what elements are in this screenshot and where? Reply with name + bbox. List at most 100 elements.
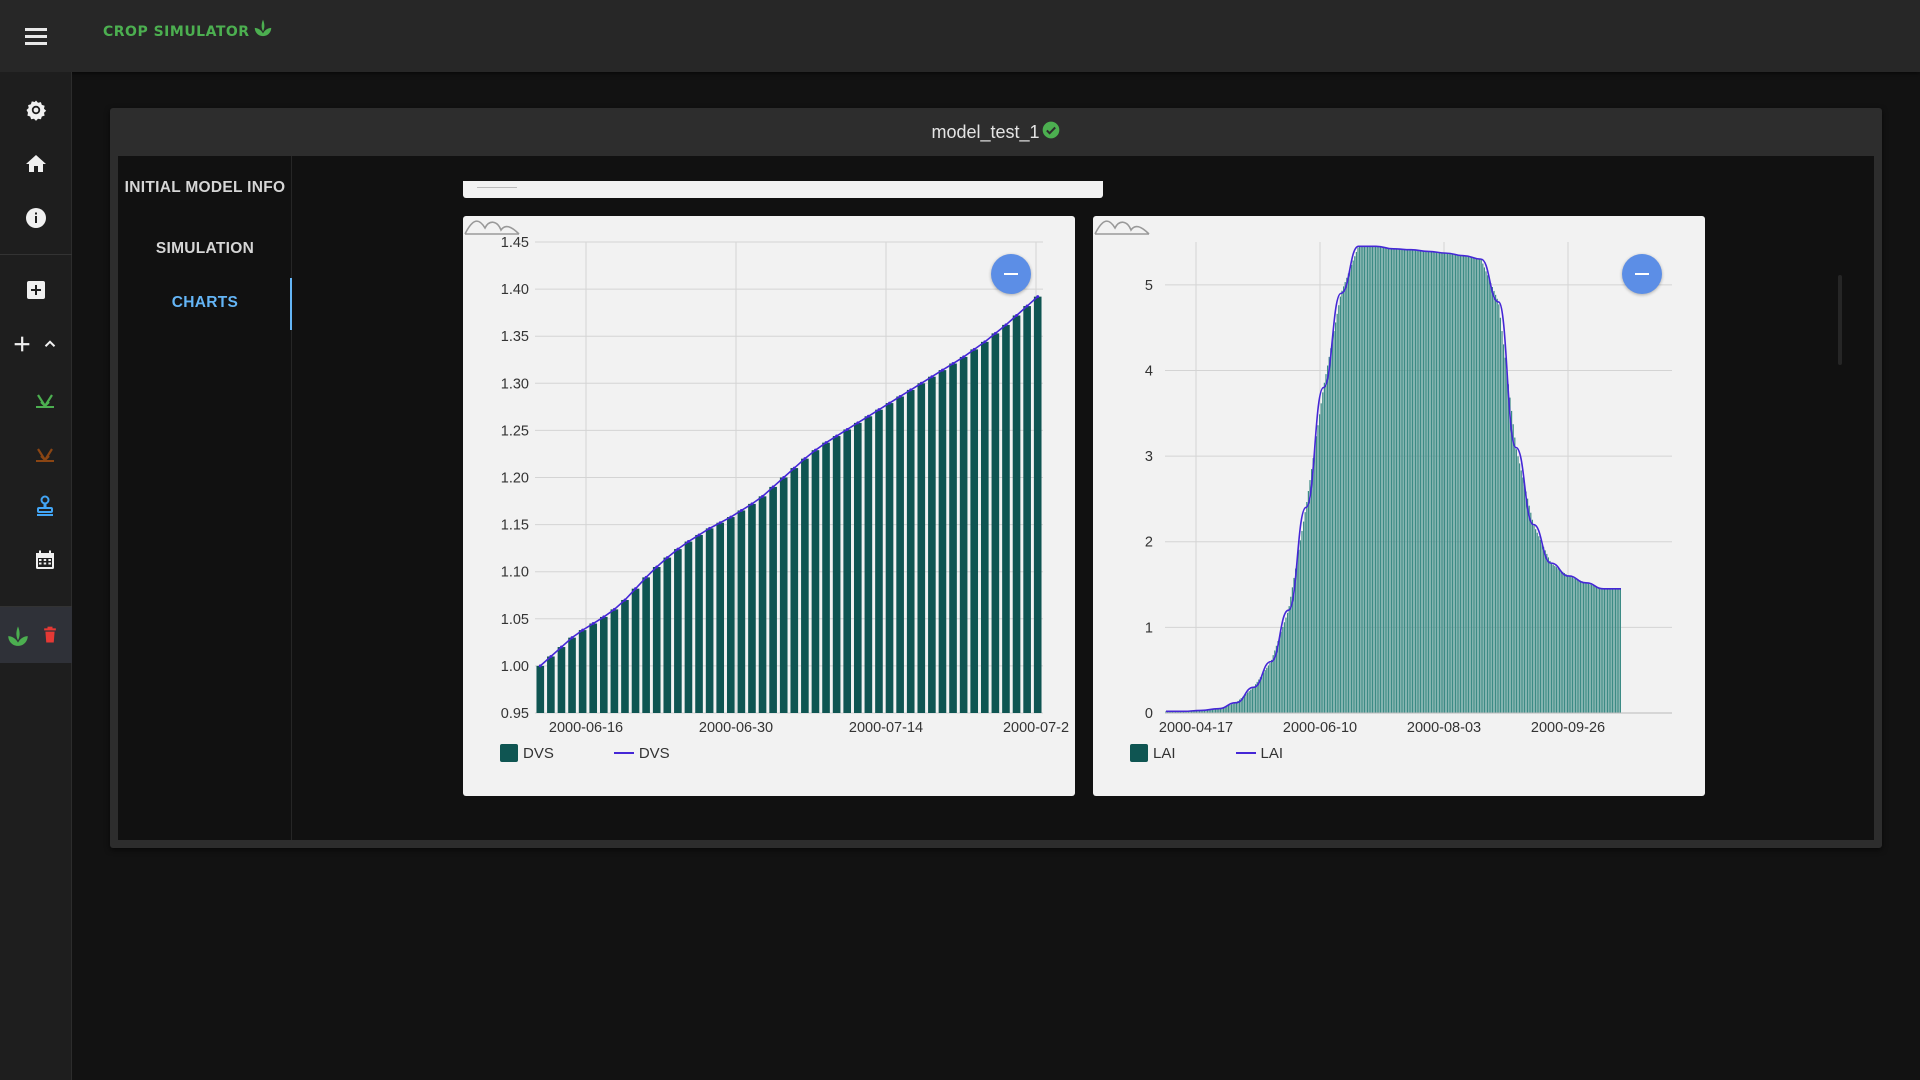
bar (1346, 277, 1348, 713)
bar (1511, 410, 1513, 713)
add-box-icon[interactable] (20, 274, 52, 306)
collapse-button[interactable] (1622, 254, 1662, 294)
y-tick-label: 2 (1145, 535, 1153, 551)
calendar-icon[interactable] (29, 544, 61, 576)
bar (1387, 248, 1389, 713)
x-tick-label: 2000-04-17 (1159, 720, 1233, 736)
bar (1581, 581, 1583, 713)
bar (1437, 252, 1439, 713)
bar (1267, 665, 1269, 713)
bar (1320, 403, 1322, 713)
stamp-icon[interactable] (29, 490, 61, 522)
legend-item-line[interactable]: DVS (613, 745, 670, 762)
chart-legend: DVS DVS (500, 744, 730, 762)
menu-icon[interactable] (22, 22, 50, 50)
chart-toggle-icon[interactable] (477, 182, 517, 188)
bar (1371, 246, 1373, 714)
bar (1359, 246, 1361, 714)
crop-icon[interactable] (29, 382, 61, 414)
crop-icon[interactable] (2, 619, 34, 651)
bar (1280, 631, 1282, 713)
bar (1351, 264, 1353, 713)
bar (1227, 705, 1229, 713)
bar (1384, 247, 1386, 713)
bar (1506, 370, 1508, 713)
bar (1559, 569, 1561, 713)
chart-panel-dvs: 0.95 1.00 1.05 1.10 1.15 1.20 1.25 1.30 1.35 1.40… (463, 216, 1075, 796)
bar (695, 534, 703, 713)
legend-item-bar[interactable]: LAI (1130, 744, 1176, 762)
data-point (866, 414, 870, 418)
bar (1263, 672, 1265, 713)
bar (1367, 246, 1369, 714)
chart-type-icon[interactable] (463, 216, 521, 236)
data-point (549, 654, 553, 658)
bar (1488, 279, 1490, 713)
bar (1608, 588, 1610, 713)
bar (599, 616, 608, 713)
bar (1487, 275, 1489, 713)
bar (1023, 306, 1031, 713)
bar (779, 477, 788, 713)
tab-initial-model-info[interactable]: INITIAL MODEL INFO (118, 178, 292, 197)
bar (896, 396, 904, 713)
y-tick-label: 1.20 (501, 471, 529, 487)
bar (1245, 693, 1247, 713)
bar (1547, 557, 1549, 713)
bar (1461, 255, 1463, 713)
bar (1269, 663, 1271, 713)
tab-simulation[interactable]: SIMULATION (118, 239, 292, 258)
chart-type-icon[interactable] (1093, 216, 1151, 236)
y-tick-label: 1.35 (501, 329, 529, 345)
bar (758, 496, 767, 713)
bar (536, 665, 545, 713)
bar (1560, 570, 1562, 713)
bar (1504, 357, 1506, 713)
active-tab-indicator (290, 278, 292, 330)
bar (1402, 249, 1404, 713)
data-point (602, 615, 606, 619)
data-point (972, 347, 976, 351)
bar (1251, 688, 1253, 713)
y-tick-label: 1.10 (501, 565, 529, 581)
delete-icon[interactable] (34, 619, 66, 651)
bar (1514, 437, 1516, 713)
lai-chart: 0 1 2 3 4 5 2000-04-17 2000-06-10 2000-08-03 2000… (1145, 242, 1672, 736)
bar (1467, 256, 1469, 713)
y-tick-label: 0.95 (501, 706, 529, 722)
settings-icon[interactable] (20, 94, 52, 126)
bar (1421, 250, 1423, 713)
bar (1589, 584, 1591, 713)
info-icon[interactable] (20, 202, 52, 234)
bar (1295, 568, 1297, 713)
chevron-up-icon[interactable] (34, 328, 66, 360)
bar (1288, 606, 1290, 713)
data-point (729, 515, 733, 519)
bar (1306, 501, 1308, 713)
bar (1349, 269, 1351, 713)
bar (1325, 374, 1327, 713)
data-point (803, 457, 807, 461)
app-logo[interactable]: CROP SIMULATOR (103, 19, 274, 40)
bar (1576, 579, 1578, 713)
bar (1400, 249, 1402, 713)
legend-item-bar[interactable]: DVS (500, 744, 554, 762)
bar (1283, 622, 1285, 713)
collapse-button[interactable] (991, 254, 1031, 294)
bar (1399, 249, 1401, 713)
tab-charts[interactable]: CHARTS (118, 293, 292, 312)
data-point (591, 622, 595, 626)
scrollbar[interactable] (1838, 275, 1842, 365)
data-point (761, 494, 765, 498)
bar (642, 577, 650, 713)
data-point (1015, 313, 1019, 317)
data-point (612, 607, 616, 611)
bar (1584, 582, 1586, 713)
bar (1343, 286, 1345, 713)
home-icon[interactable] (20, 148, 52, 180)
legend-item-line[interactable]: LAI (1235, 745, 1283, 762)
crop-icon[interactable] (29, 436, 61, 468)
bar (1557, 568, 1559, 713)
y-tick-label: 1.45 (501, 235, 529, 251)
bar (811, 450, 820, 713)
